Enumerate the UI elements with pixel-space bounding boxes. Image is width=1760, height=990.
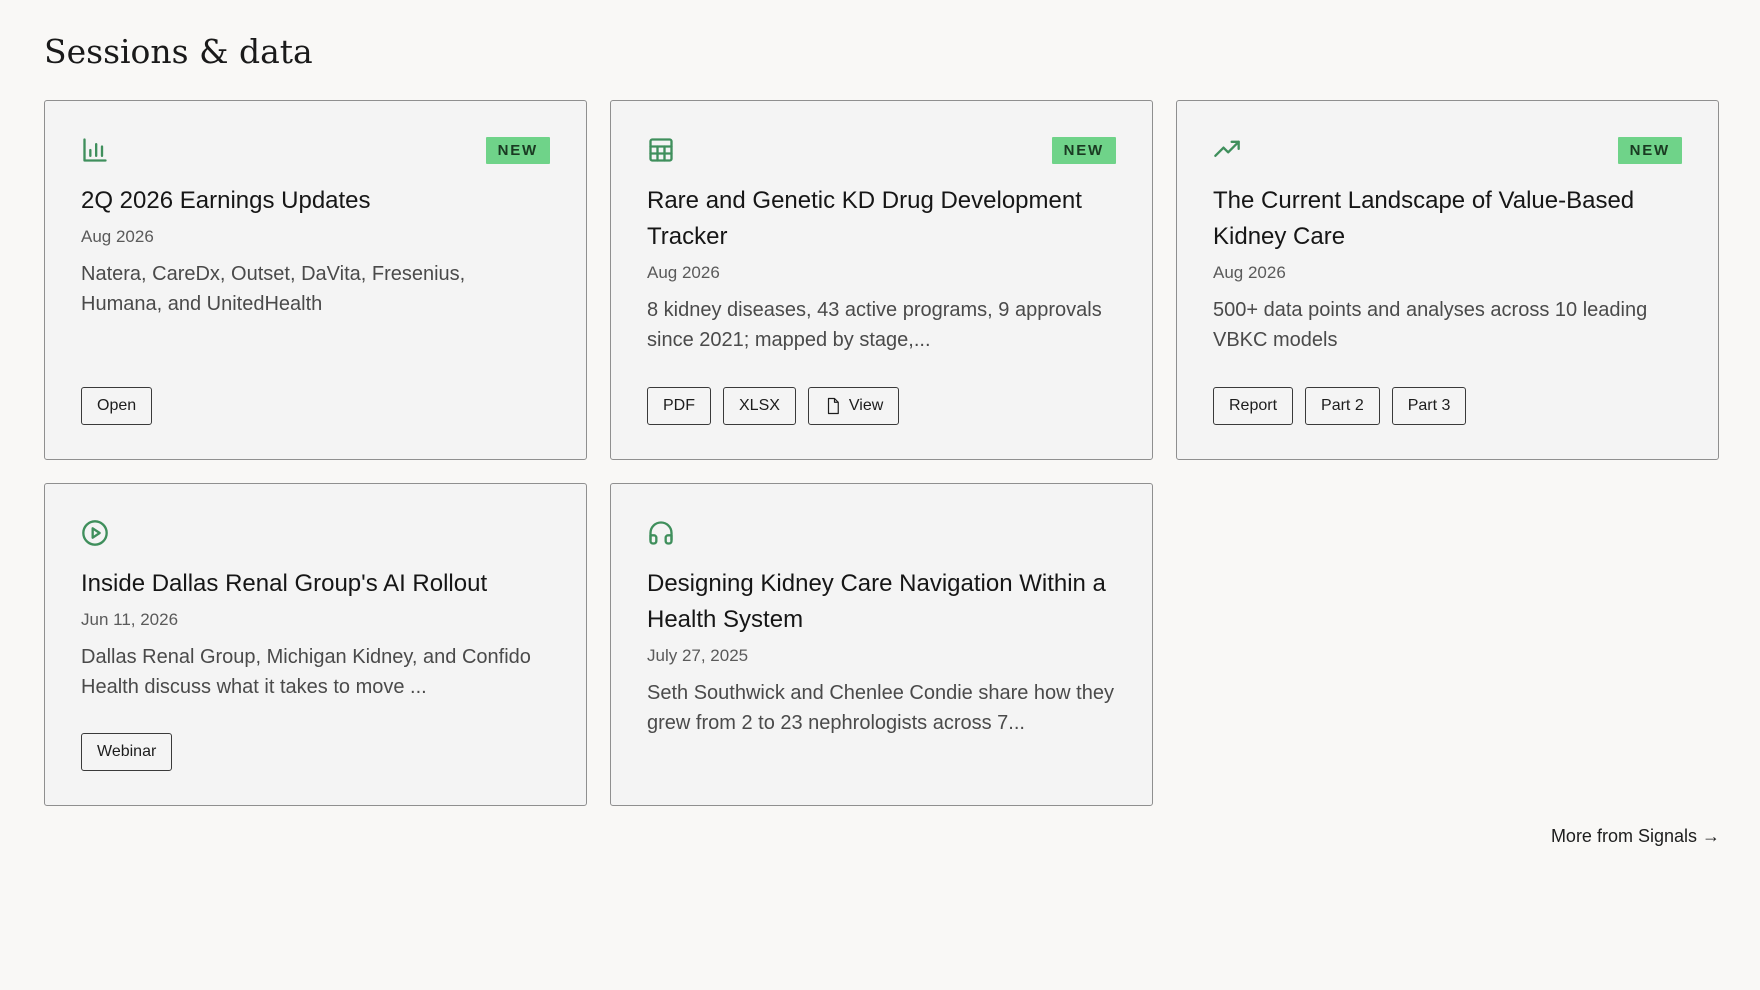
view-button-label: View: [848, 397, 884, 414]
document-icon: [827, 397, 839, 415]
card-actions: Webinar: [81, 733, 173, 771]
card-description: Natera, CareDx, Outset, DaVita, Freseniu…: [81, 263, 466, 315]
card-date: Aug 2026: [647, 263, 720, 282]
pdf-button[interactable]: PDF: [647, 387, 711, 425]
sessions-data-page: Sessions & data NEW 2Q 2026 Earnings Upd…: [0, 0, 1760, 990]
card-earnings-updates[interactable]: NEW 2Q 2026 Earnings Updates Aug 2026 Na…: [44, 100, 587, 460]
card-date: Jun 11, 2026: [81, 610, 179, 629]
cards-grid: NEW 2Q 2026 Earnings Updates Aug 2026 Na…: [44, 100, 1719, 806]
card-title[interactable]: 2Q 2026 Earnings Updates: [81, 183, 550, 219]
card-description: 8 kidney diseases, 43 active programs, 9…: [647, 299, 1102, 351]
card-description: Dallas Renal Group, Michigan Kidney, and…: [81, 646, 531, 698]
open-button[interactable]: Open: [81, 387, 153, 425]
card-date: Aug 2026: [1213, 263, 1286, 282]
card-actions: PDF XLSX View: [647, 387, 900, 425]
part-2-button[interactable]: Part 2: [1305, 387, 1380, 425]
card-title[interactable]: Inside Dallas Renal Group's AI Rollout: [81, 566, 550, 602]
report-button[interactable]: Report: [1213, 387, 1294, 425]
headphones-icon: [647, 519, 675, 547]
card-actions: Open: [81, 387, 153, 425]
new-badge: NEW: [1051, 136, 1116, 164]
card-title[interactable]: Rare and Genetic KD Drug Development Tra…: [647, 183, 1116, 255]
more-from-signals-link[interactable]: More from Signals →: [1551, 826, 1720, 847]
new-badge: NEW: [1617, 136, 1682, 164]
new-badge: NEW: [485, 136, 550, 164]
card-title[interactable]: Designing Kidney Care Navigation Within …: [647, 566, 1116, 638]
card-description: 500+ data points and analyses across 10 …: [1213, 299, 1648, 351]
part-3-button[interactable]: Part 3: [1391, 387, 1467, 425]
bar-chart-icon: [81, 136, 109, 164]
card-value-based-care[interactable]: NEW The Current Landscape of Value-Based…: [1176, 100, 1719, 460]
card-care-navigation-podcast[interactable]: Designing Kidney Care Navigation Within …: [610, 483, 1153, 806]
view-button[interactable]: View: [807, 387, 900, 425]
table-icon: [647, 136, 675, 164]
section-title: Sessions & data: [44, 32, 313, 71]
play-circle-icon: [81, 519, 109, 547]
card-dallas-renal-webinar[interactable]: Inside Dallas Renal Group's AI Rollout J…: [44, 483, 587, 806]
card-date: July 27, 2025: [647, 646, 749, 665]
card-title[interactable]: The Current Landscape of Value-Based Kid…: [1213, 183, 1682, 255]
webinar-button[interactable]: Webinar: [81, 733, 173, 771]
xlsx-button[interactable]: XLSX: [723, 387, 796, 425]
card-actions: Report Part 2 Part 3: [1213, 387, 1467, 425]
card-description: Seth Southwick and Chenlee Condie share …: [647, 682, 1114, 734]
card-date: Aug 2026: [81, 227, 154, 246]
trending-up-icon: [1213, 136, 1241, 164]
card-drug-tracker[interactable]: NEW Rare and Genetic KD Drug Development…: [610, 100, 1153, 460]
